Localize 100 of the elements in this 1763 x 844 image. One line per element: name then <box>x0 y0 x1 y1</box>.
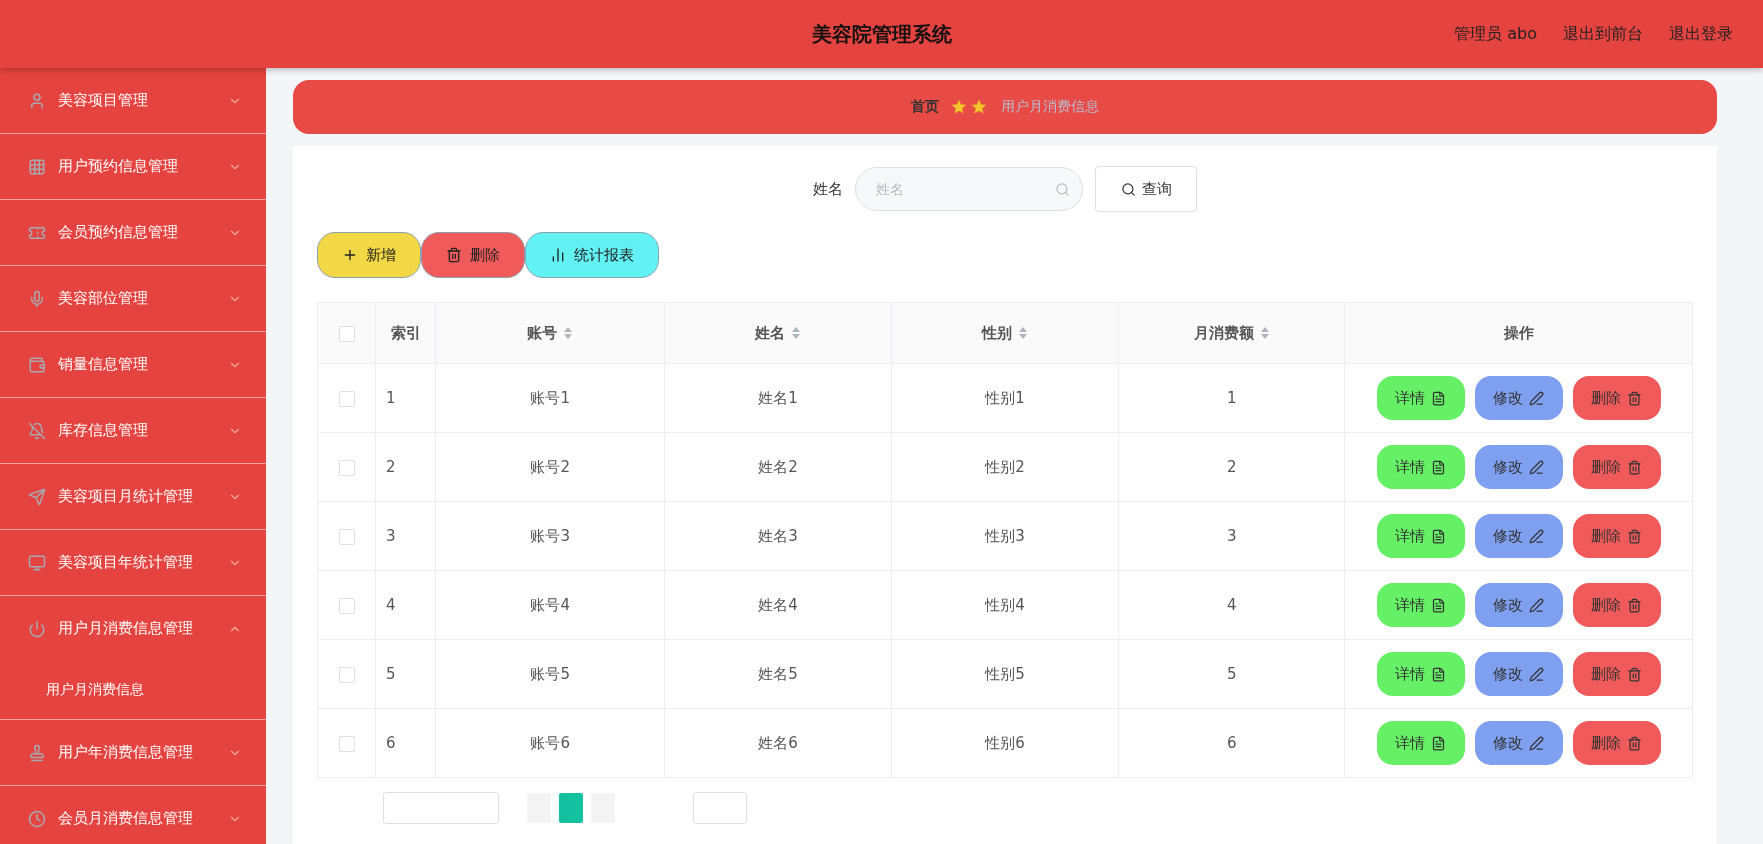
report-button[interactable]: 统计报表 <box>525 232 659 278</box>
edit-button[interactable]: 修改 <box>1474 514 1563 558</box>
pencil-icon <box>1529 528 1545 544</box>
sort-icon[interactable] <box>1259 326 1270 340</box>
clock-icon <box>28 809 46 828</box>
delete-button[interactable]: 删除 <box>1572 514 1661 558</box>
detail-button[interactable]: 详情 <box>1376 514 1465 558</box>
plus-icon <box>342 247 358 263</box>
pencil-icon <box>1529 666 1545 682</box>
sidebar-menu-item[interactable]: 会员月消费信息管理 <box>0 786 266 844</box>
table-cell: 性别5 <box>891 639 1119 709</box>
document-icon <box>1431 528 1447 544</box>
header-link[interactable]: 管理员 abo <box>1454 23 1537 45</box>
sidebar-menu-item[interactable]: 美容项目月统计管理 <box>0 464 266 529</box>
sidebar-menu-item[interactable]: 美容部位管理 <box>0 266 266 331</box>
table-cell: 5 <box>1118 639 1345 709</box>
row-checkbox[interactable] <box>338 735 355 752</box>
table-cell: 账号2 <box>435 432 665 502</box>
sidebar-menu-item[interactable]: 用户预约信息管理 <box>0 134 266 199</box>
sort-icon[interactable] <box>791 326 802 340</box>
detail-button[interactable]: 详情 <box>1376 445 1465 489</box>
search-button[interactable]: 查询 <box>1095 166 1197 212</box>
table-cell: 姓名2 <box>664 432 892 502</box>
add-button[interactable]: 新增 <box>317 232 421 278</box>
table-cell: 1 <box>375 363 436 433</box>
edit-button[interactable]: 修改 <box>1474 721 1563 765</box>
user-icon <box>28 91 46 110</box>
detail-button[interactable]: 详情 <box>1376 721 1465 765</box>
delete-button[interactable]: 删除 <box>1572 583 1661 627</box>
page-size-select[interactable] <box>383 792 499 824</box>
table-cell: 性别2 <box>891 432 1119 502</box>
wallet-icon <box>28 355 46 374</box>
row-checkbox[interactable] <box>338 666 355 683</box>
sidebar-menu-item[interactable]: 会员预约信息管理 <box>0 200 266 265</box>
search-input[interactable]: 姓名 <box>874 180 1055 198</box>
delete-button[interactable]: 删除 <box>1572 376 1661 420</box>
page-button[interactable] <box>559 793 583 823</box>
star-icon <box>951 99 989 115</box>
sidebar-menu-item[interactable]: 美容项目管理 <box>0 68 266 133</box>
delete-button[interactable]: 删除 <box>421 232 525 278</box>
document-icon <box>1431 390 1447 406</box>
delete-button[interactable]: 删除 <box>1572 445 1661 489</box>
sidebar-menu-item[interactable]: 用户月消费信息管理 <box>0 596 266 661</box>
header-link[interactable]: 退出登录 <box>1669 23 1733 45</box>
table-cell: 3 <box>375 501 436 571</box>
pencil-icon <box>1529 390 1545 406</box>
pencil-icon <box>1529 459 1545 475</box>
stamp-icon <box>28 743 46 762</box>
trash-icon <box>1627 666 1643 682</box>
table-cell: 性别3 <box>891 501 1119 571</box>
row-checkbox[interactable] <box>338 528 355 545</box>
table-cell: 账号6 <box>435 708 665 778</box>
breadcrumb-current: 用户月消费信息 <box>1001 98 1099 116</box>
detail-button[interactable]: 详情 <box>1376 583 1465 627</box>
table-cell: 2 <box>1118 432 1345 502</box>
table-cell: 姓名3 <box>664 501 892 571</box>
trash-icon <box>1627 459 1643 475</box>
trash-icon <box>1627 735 1643 751</box>
edit-button[interactable]: 修改 <box>1474 445 1563 489</box>
pencil-icon <box>1529 735 1545 751</box>
delete-button[interactable]: 删除 <box>1572 721 1661 765</box>
bell-off-icon <box>28 421 46 440</box>
breadcrumb-home[interactable]: 首页 <box>911 98 939 116</box>
sidebar-menu-item[interactable]: 用户年消费信息管理 <box>0 720 266 785</box>
table-cell: 3 <box>1118 501 1345 571</box>
trash-icon <box>1627 528 1643 544</box>
table-cell: 账号1 <box>435 363 665 433</box>
microphone-icon <box>28 289 46 308</box>
sidebar-menu-item[interactable]: 销量信息管理 <box>0 332 266 397</box>
edit-button[interactable]: 修改 <box>1474 583 1563 627</box>
row-checkbox[interactable] <box>338 597 355 614</box>
power-icon <box>28 619 46 638</box>
document-icon <box>1431 597 1447 613</box>
column-header: 姓名 <box>755 323 786 343</box>
delete-button[interactable]: 删除 <box>1572 652 1661 696</box>
page-jump-field[interactable] <box>693 792 747 824</box>
select-all-checkbox[interactable] <box>338 325 355 342</box>
column-header: 索引 <box>390 323 421 343</box>
sidebar-submenu-item[interactable]: 用户月消费信息 <box>0 661 266 719</box>
search-icon <box>1120 181 1136 197</box>
column-header: 账号 <box>527 323 558 343</box>
sort-icon[interactable] <box>563 326 574 340</box>
search-field[interactable]: 姓名 <box>855 167 1083 211</box>
edit-button[interactable]: 修改 <box>1474 652 1563 696</box>
detail-button[interactable]: 详情 <box>1376 376 1465 420</box>
sidebar-menu-item[interactable]: 美容项目年统计管理 <box>0 530 266 595</box>
column-header: 操作 <box>1503 323 1534 343</box>
table-cell: 4 <box>375 570 436 640</box>
search-label: 姓名 <box>813 179 843 199</box>
column-header: 性别 <box>981 323 1012 343</box>
header-link[interactable]: 退出到前台 <box>1563 23 1643 45</box>
sidebar-menu-item[interactable]: 库存信息管理 <box>0 398 266 463</box>
row-checkbox[interactable] <box>338 390 355 407</box>
sort-icon[interactable] <box>1017 326 1028 340</box>
table-cell: 账号4 <box>435 570 665 640</box>
table-cell: 性别1 <box>891 363 1119 433</box>
detail-button[interactable]: 详情 <box>1376 652 1465 696</box>
row-checkbox[interactable] <box>338 459 355 476</box>
table-cell: 账号3 <box>435 501 665 571</box>
edit-button[interactable]: 修改 <box>1474 376 1563 420</box>
